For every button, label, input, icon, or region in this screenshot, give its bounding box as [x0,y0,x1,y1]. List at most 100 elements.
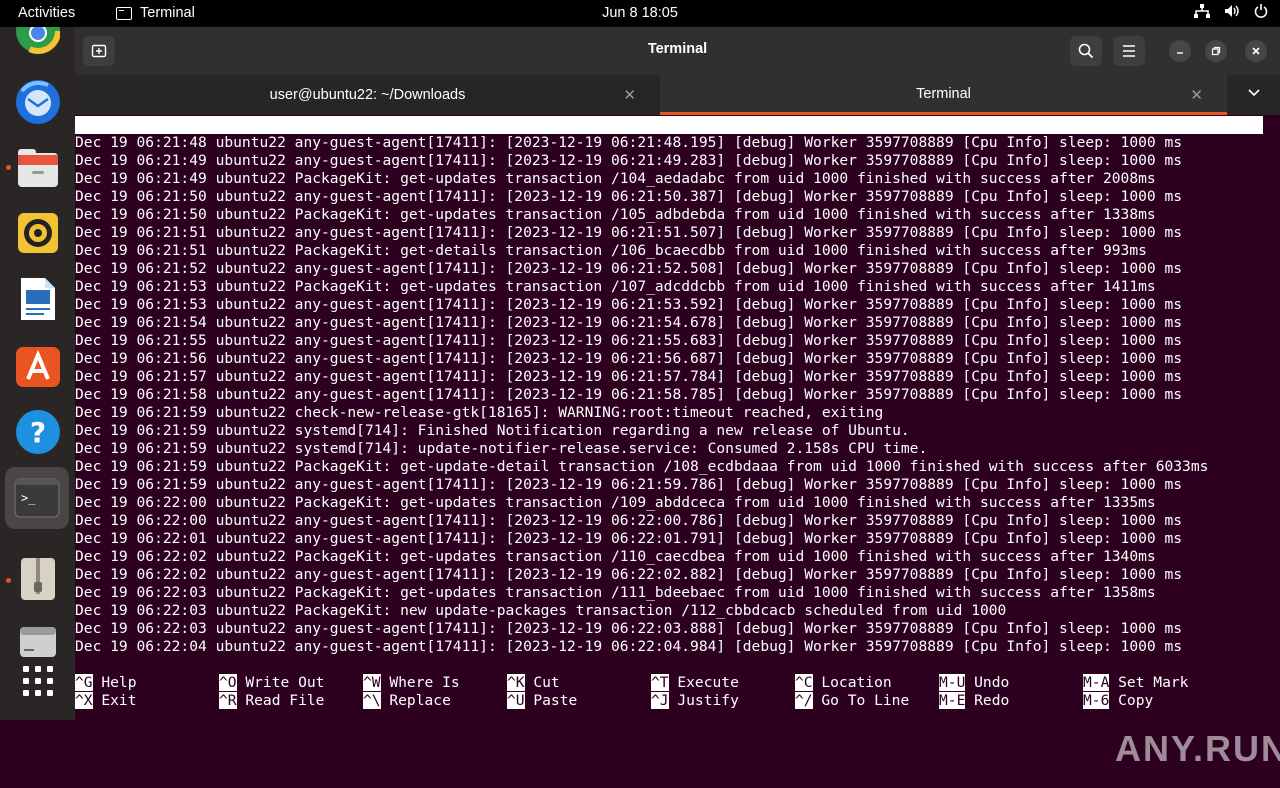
shortcut-label: Undo [965,674,1010,691]
network-icon [1194,4,1210,21]
software-center-icon[interactable] [14,341,62,389]
log-line: Dec 19 06:21:58 ubuntu22 any-guest-agent… [75,386,1183,403]
shortcut-key: ^R [219,692,237,709]
tab-label: user@ubuntu22: ~/Downloads [269,87,466,103]
watermark: ANY.RUN [1115,728,1280,769]
shortcut-item[interactable]: ^T Execute [651,674,739,692]
log-line: Dec 19 06:21:59 ubuntu22 check-new-relea… [75,404,884,421]
log-line: Dec 19 06:21:53 ubuntu22 PackageKit: get… [75,278,1156,295]
libreoffice-writer-icon[interactable] [14,275,62,323]
shortcut-item[interactable]: ^/ Go To Line [795,692,909,710]
shortcut-item[interactable]: ^C Location [795,674,892,692]
log-line: Dec 19 06:21:59 ubuntu22 PackageKit: get… [75,458,1209,475]
running-indicator [6,165,11,170]
log-line: Dec 19 06:21:59 ubuntu22 systemd[714]: u… [75,440,928,457]
log-line: Dec 19 06:22:04 ubuntu22 any-guest-agent… [75,638,1183,655]
close-tab-icon[interactable]: ✕ [623,86,636,104]
shortcut-key: M-E [939,692,966,709]
scrollbar[interactable] [1267,116,1275,720]
shortcut-item[interactable]: ^W Where Is [363,674,460,692]
log-line: Dec 19 06:21:51 ubuntu22 any-guest-agent… [75,224,1183,241]
shortcut-key: ^/ [795,692,813,709]
activities-button[interactable]: Activities [18,5,75,21]
close-tab-icon[interactable]: ✕ [1190,86,1203,104]
top-bar: Activities Terminal Jun 8 18:05 [0,0,1280,27]
chrome-icon[interactable] [14,27,62,61]
system-tray[interactable] [1194,4,1268,21]
shortcut-label: Set Mark [1109,674,1189,691]
tabs-menu-chevron-down-icon[interactable] [1247,85,1261,103]
thunderbird-icon[interactable] [14,77,62,125]
dock: ? >_ [0,27,75,720]
log-line: Dec 19 06:21:51 ubuntu22 PackageKit: get… [75,242,1147,259]
shortcut-item[interactable]: ^O Write Out [219,674,324,692]
show-apps-icon[interactable] [14,657,62,705]
log-line: Dec 19 06:21:49 ubuntu22 PackageKit: get… [75,170,1156,187]
terminal-icon [116,6,132,20]
help-icon[interactable]: ? [14,408,62,456]
shortcut-label: Redo [965,692,1010,709]
shortcut-label: Justify [668,692,739,709]
files-icon[interactable] [14,144,62,192]
restore-icon [1211,46,1221,56]
shortcut-key: ^G [75,674,93,691]
shortcut-item[interactable]: ^R Read File [219,692,324,710]
close-button[interactable] [1245,40,1267,62]
shortcut-label: Write Out [236,674,325,691]
svg-text:?: ? [30,416,46,449]
shortcut-item[interactable]: M-E Redo [939,692,1009,710]
search-button[interactable] [1070,36,1102,66]
log-line: Dec 19 06:22:02 ubuntu22 any-guest-agent… [75,566,1183,583]
log-line: Dec 19 06:21:57 ubuntu22 any-guest-agent… [75,368,1183,385]
log-line: Dec 19 06:22:00 ubuntu22 any-guest-agent… [75,512,1183,529]
terminal-content[interactable]: GNU nano 6.2 /var/log/syslog Dec 19 06:2… [75,116,1280,769]
shortcut-key: ^O [219,674,237,691]
log-line: Dec 19 06:22:00 ubuntu22 PackageKit: get… [75,494,1156,511]
shortcut-item[interactable]: ^G Help [75,674,137,692]
file-contents[interactable]: Dec 19 06:21:48 ubuntu22 any-guest-agent… [75,134,1263,656]
log-line: Dec 19 06:21:56 ubuntu22 any-guest-agent… [75,350,1183,367]
running-indicator [6,578,11,583]
app-menu[interactable]: Terminal [116,5,195,21]
search-icon [1078,43,1094,59]
shortcut-key: ^C [795,674,813,691]
shortcut-item[interactable]: M-6 Copy [1083,692,1153,710]
tab-downloads[interactable]: user@ubuntu22: ~/Downloads ✕ [75,75,660,115]
shortcut-item[interactable]: ^\ Replace [363,692,451,710]
nano-header: GNU nano 6.2 /var/log/syslog [75,116,1263,169]
log-line: Dec 19 06:22:03 ubuntu22 PackageKit: new… [75,602,1007,619]
close-icon [1252,47,1260,55]
log-line: Dec 19 06:22:03 ubuntu22 any-guest-agent… [75,620,1183,637]
title-bar[interactable]: Terminal [75,27,1280,75]
log-line: Dec 19 06:22:03 ubuntu22 PackageKit: get… [75,584,1156,601]
shortcut-label: Read File [236,692,325,709]
tab-terminal[interactable]: Terminal ✕ [660,75,1227,115]
menu-button[interactable] [1113,36,1145,66]
shortcut-label: Where Is [380,674,460,691]
shortcut-item[interactable]: M-A Set Mark [1083,674,1188,692]
terminal-dock-icon[interactable]: >_ [5,467,69,529]
maximize-button[interactable] [1205,40,1227,62]
rhythmbox-icon[interactable] [14,209,62,257]
log-line: Dec 19 06:21:52 ubuntu22 any-guest-agent… [75,260,1183,277]
disk-icon[interactable] [14,621,62,661]
archive-manager-icon[interactable] [14,555,62,603]
terminal-window: Terminal user@ubuntu22: ~/Downloads ✕ Te… [75,27,1280,769]
shortcut-item[interactable]: ^K Cut [507,674,560,692]
shortcut-key: ^W [363,674,381,691]
shortcut-item[interactable]: ^X Exit [75,692,137,710]
app-menu-label: Terminal [140,5,195,21]
shortcut-item[interactable]: ^J Justify [651,692,739,710]
shortcut-label: Cut [524,674,560,691]
shortcut-item[interactable]: M-U Undo [939,674,1009,692]
minimize-button[interactable] [1169,40,1191,62]
tab-label: Terminal [916,85,971,102]
svg-text:>_: >_ [21,491,36,505]
shortcut-key: ^J [651,692,669,709]
minimize-icon [1177,52,1183,54]
shortcut-item[interactable]: ^U Paste [507,692,577,710]
shortcut-key: ^\ [363,692,381,709]
log-line: Dec 19 06:21:54 ubuntu22 any-guest-agent… [75,314,1183,331]
log-line: Dec 19 06:21:49 ubuntu22 any-guest-agent… [75,152,1183,169]
shortcut-label: Location [812,674,892,691]
